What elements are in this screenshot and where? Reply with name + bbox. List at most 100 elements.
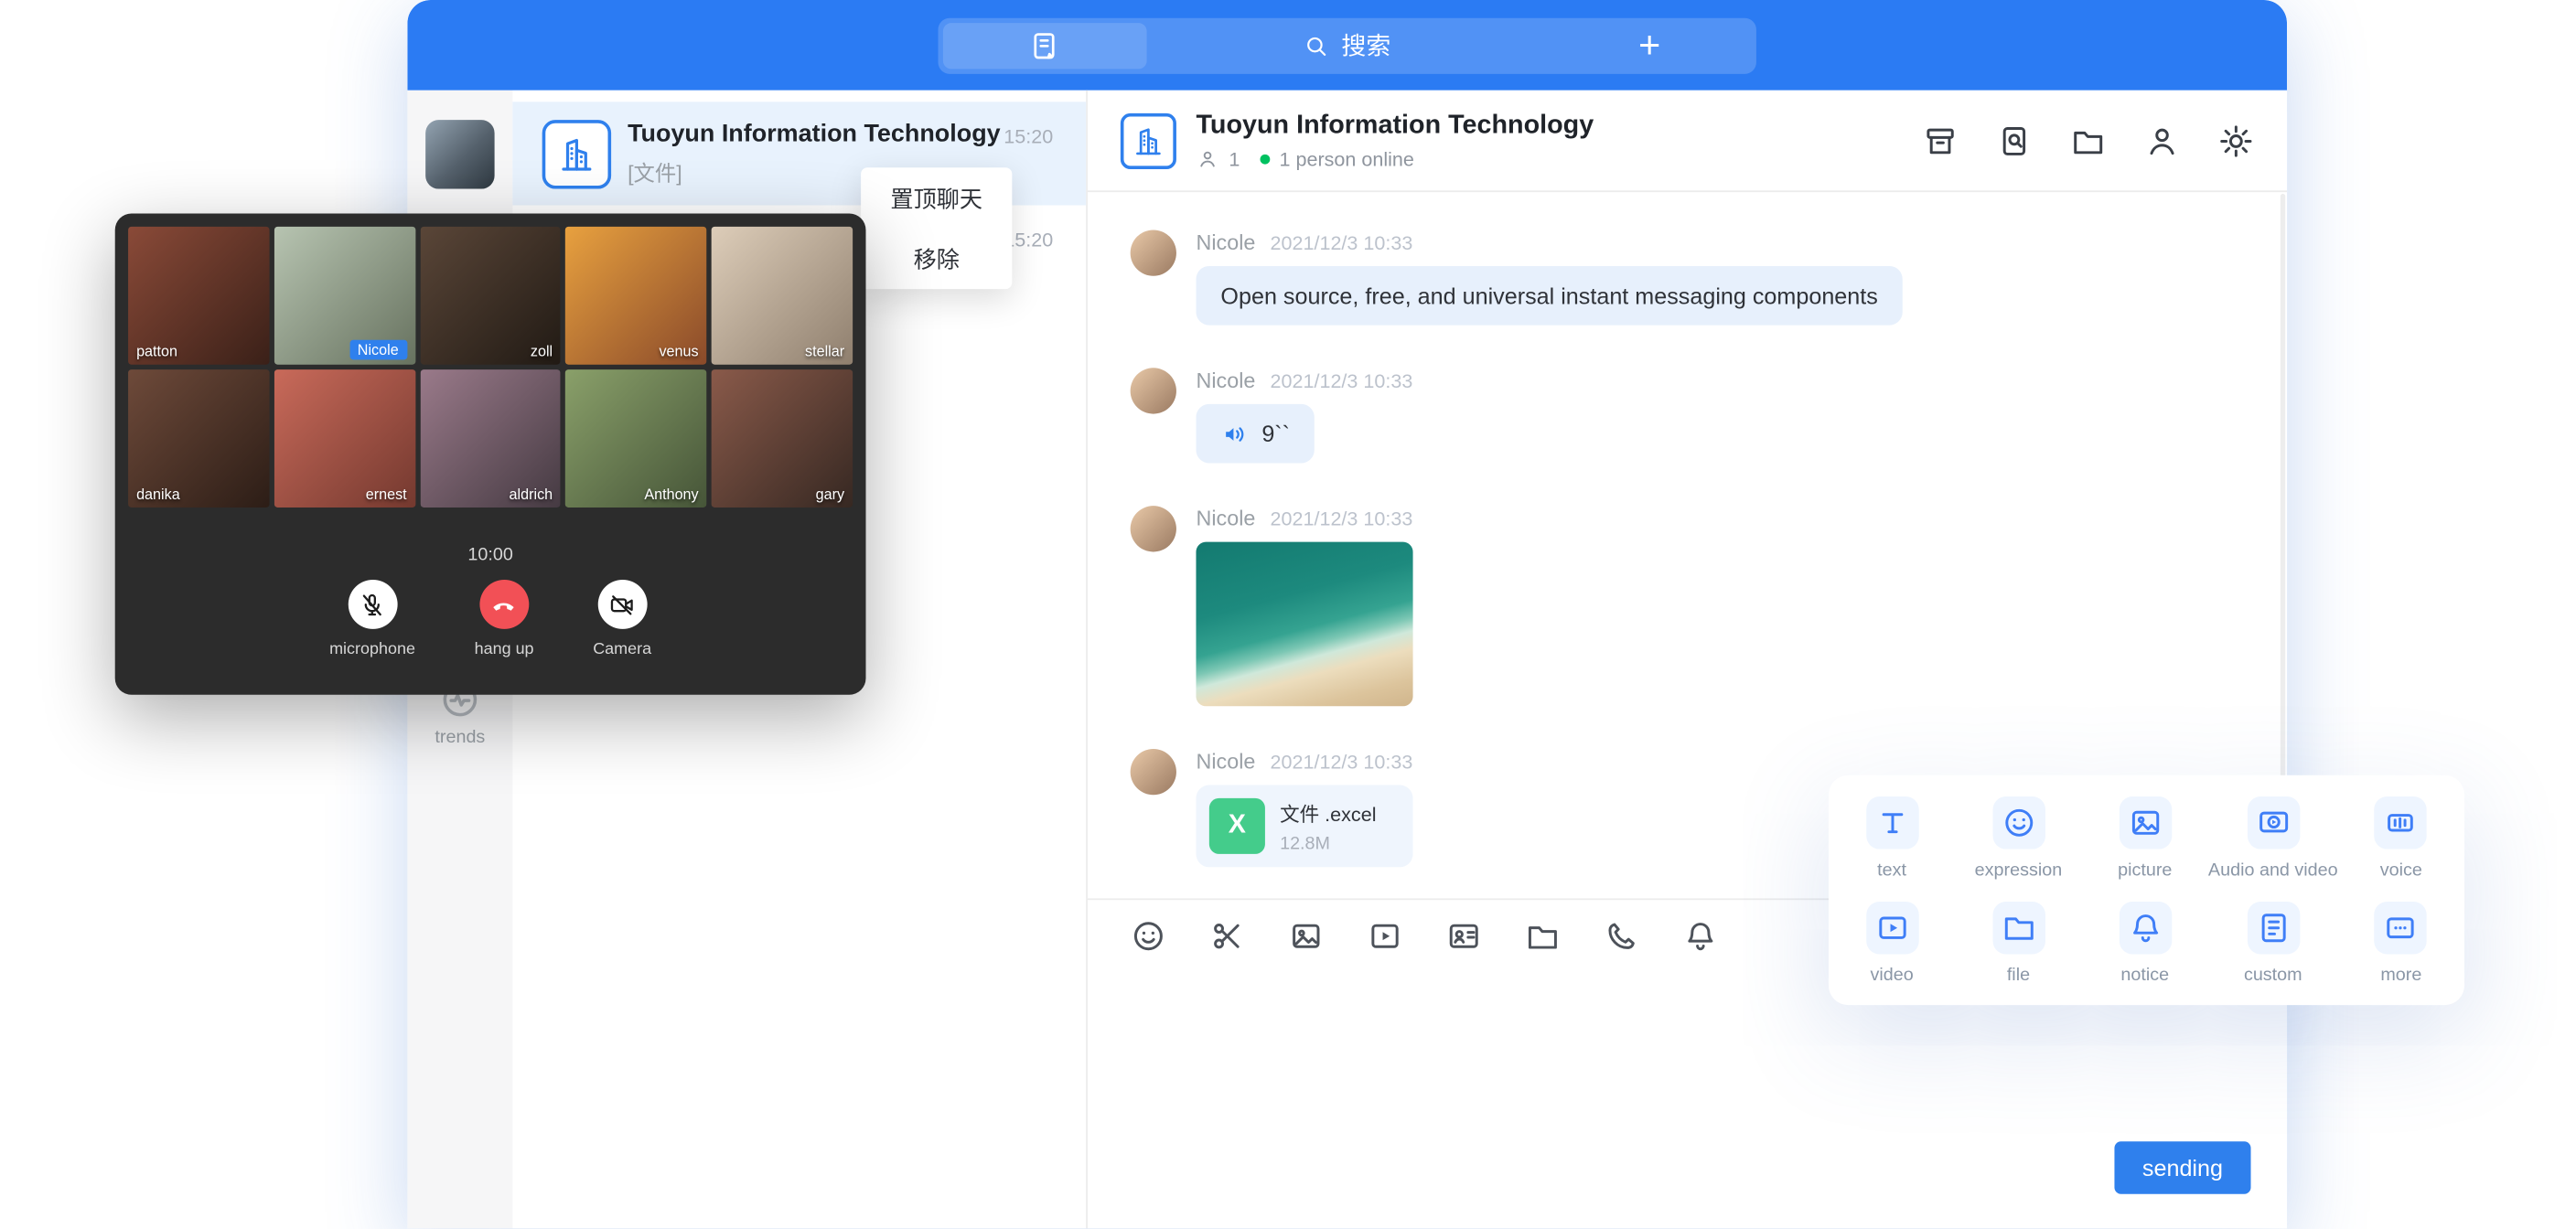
smiley-icon <box>1131 918 1167 955</box>
file-size: 12.8M <box>1280 833 1376 853</box>
settings-button[interactable] <box>2218 123 2255 159</box>
camera-toggle[interactable]: Camera <box>593 580 651 658</box>
participant-name: ernest <box>366 486 407 503</box>
search-icon <box>1304 32 1330 59</box>
trends-label: trends <box>407 728 512 748</box>
search-input[interactable]: 搜索 <box>1147 28 1548 63</box>
file-button[interactable] <box>1525 918 1562 955</box>
avatar[interactable] <box>1131 506 1176 551</box>
popover-item-audio-video[interactable]: Audio and video <box>2208 796 2338 880</box>
popover-item-more[interactable]: more <box>2375 901 2427 985</box>
message-type-popover: text expression picture Audio and video … <box>1829 775 2464 1005</box>
contact-card-button[interactable] <box>1445 918 1482 955</box>
video-icon <box>1873 909 1910 946</box>
search-placeholder: 搜索 <box>1341 28 1390 63</box>
file-name: 文件 .excel <box>1280 799 1376 828</box>
participant-tile[interactable]: ernest <box>274 369 415 508</box>
message-time: 2021/12/3 10:33 <box>1271 751 1413 774</box>
participant-grid: patton Nicole zoll venus stellar danika … <box>128 227 853 508</box>
message-input[interactable] <box>1088 972 2287 1228</box>
participant-tile[interactable]: stellar <box>712 227 853 365</box>
gear-icon <box>2218 123 2255 159</box>
bell-icon <box>1682 918 1719 955</box>
film-icon <box>1367 918 1403 955</box>
voice-icon <box>2383 804 2420 840</box>
group-avatar <box>542 119 611 187</box>
participant-name: aldrich <box>510 486 553 503</box>
avatar[interactable] <box>1131 230 1176 275</box>
avatar[interactable] <box>1131 749 1176 795</box>
folder-icon <box>2001 909 2037 946</box>
hang-up-icon <box>490 591 519 619</box>
participant-name: Anthony <box>644 486 698 503</box>
microphone-toggle[interactable]: microphone <box>329 580 415 658</box>
participant-tile[interactable]: gary <box>712 369 853 508</box>
popover-item-text[interactable]: text <box>1865 796 1917 880</box>
image-attachment[interactable] <box>1196 542 1412 707</box>
video-button[interactable] <box>1367 918 1403 955</box>
menu-item-remove[interactable]: 移除 <box>861 229 1012 289</box>
online-status: 1 person online <box>1280 147 1414 170</box>
popover-item-voice[interactable]: voice <box>2375 796 2427 880</box>
participant-tile[interactable]: Nicole <box>274 227 415 365</box>
participant-tile[interactable]: Anthony <box>566 369 707 508</box>
popover-item-picture[interactable]: picture <box>2118 796 2172 880</box>
building-icon <box>1132 124 1165 157</box>
popover-item-video[interactable]: video <box>1865 901 1917 985</box>
hang-up-button[interactable]: hang up <box>475 580 534 658</box>
message-bubble[interactable]: Open source, free, and universal instant… <box>1196 266 1902 326</box>
screenshot-button[interactable] <box>1209 918 1246 955</box>
participant-name: Nicole <box>349 340 407 360</box>
participant-tile[interactable]: zoll <box>420 227 561 365</box>
participant-name: venus <box>659 343 698 359</box>
archive-button[interactable] <box>1922 123 1959 159</box>
building-icon <box>557 134 596 173</box>
file-attachment[interactable]: X 文件 .excel 12.8M <box>1196 785 1412 867</box>
speaker-icon <box>1220 420 1249 448</box>
participant-tile[interactable]: aldrich <box>420 369 561 508</box>
popover-item-file[interactable]: file <box>1992 901 2045 985</box>
message-time: 2021/12/3 10:33 <box>1271 231 1413 254</box>
call-controls: microphone hang up Camera <box>128 580 853 658</box>
stage: 搜索 + trends <box>0 0 2576 1228</box>
participant-tile[interactable]: venus <box>566 227 707 365</box>
participant-name: danika <box>136 486 180 503</box>
voice-bubble[interactable]: 9`` <box>1196 404 1315 464</box>
send-button[interactable]: sending <box>2114 1141 2250 1193</box>
doc-search-icon <box>1996 123 2033 159</box>
popover-item-notice[interactable]: notice <box>2119 901 2171 985</box>
user-avatar[interactable] <box>425 120 494 188</box>
emoji-button[interactable] <box>1131 918 1167 955</box>
camera-off-icon <box>608 591 637 619</box>
top-bar: 搜索 + <box>407 0 2287 91</box>
popover-item-expression[interactable]: expression <box>1975 796 2063 880</box>
bell-icon <box>2127 909 2163 946</box>
group-files-button[interactable] <box>2070 123 2107 159</box>
voice-duration: 9`` <box>1261 419 1290 448</box>
popover-item-custom[interactable]: custom <box>2244 901 2302 985</box>
person-icon <box>2144 123 2181 159</box>
audio-video-icon <box>2255 804 2292 840</box>
add-button[interactable]: + <box>1548 22 1752 68</box>
participant-name: zoll <box>531 343 553 359</box>
mic-off-icon <box>359 591 387 619</box>
chat-header: Tuoyun Information Technology 1 1 person… <box>1088 91 2287 192</box>
folder-icon <box>1525 918 1562 955</box>
image-button[interactable] <box>1288 918 1325 955</box>
chat-record-button[interactable] <box>943 22 1147 68</box>
archive-icon <box>1922 123 1959 159</box>
participant-name: stellar <box>805 343 844 359</box>
participant-tile[interactable]: danika <box>128 369 269 508</box>
notify-button[interactable] <box>1682 918 1719 955</box>
menu-item-pin-chat[interactable]: 置顶聊天 <box>861 167 1012 228</box>
participant-tile[interactable]: patton <box>128 227 269 365</box>
hang-up-label: hang up <box>475 640 534 658</box>
phone-icon <box>1604 918 1640 955</box>
call-button[interactable] <box>1604 918 1640 955</box>
chat-record-search-button[interactable] <box>1996 123 2033 159</box>
message-sender: Nicole <box>1196 230 1255 254</box>
group-members-button[interactable] <box>2144 123 2181 159</box>
member-count: 1 <box>1229 147 1240 170</box>
participant-name: patton <box>136 343 177 359</box>
avatar[interactable] <box>1131 368 1176 413</box>
